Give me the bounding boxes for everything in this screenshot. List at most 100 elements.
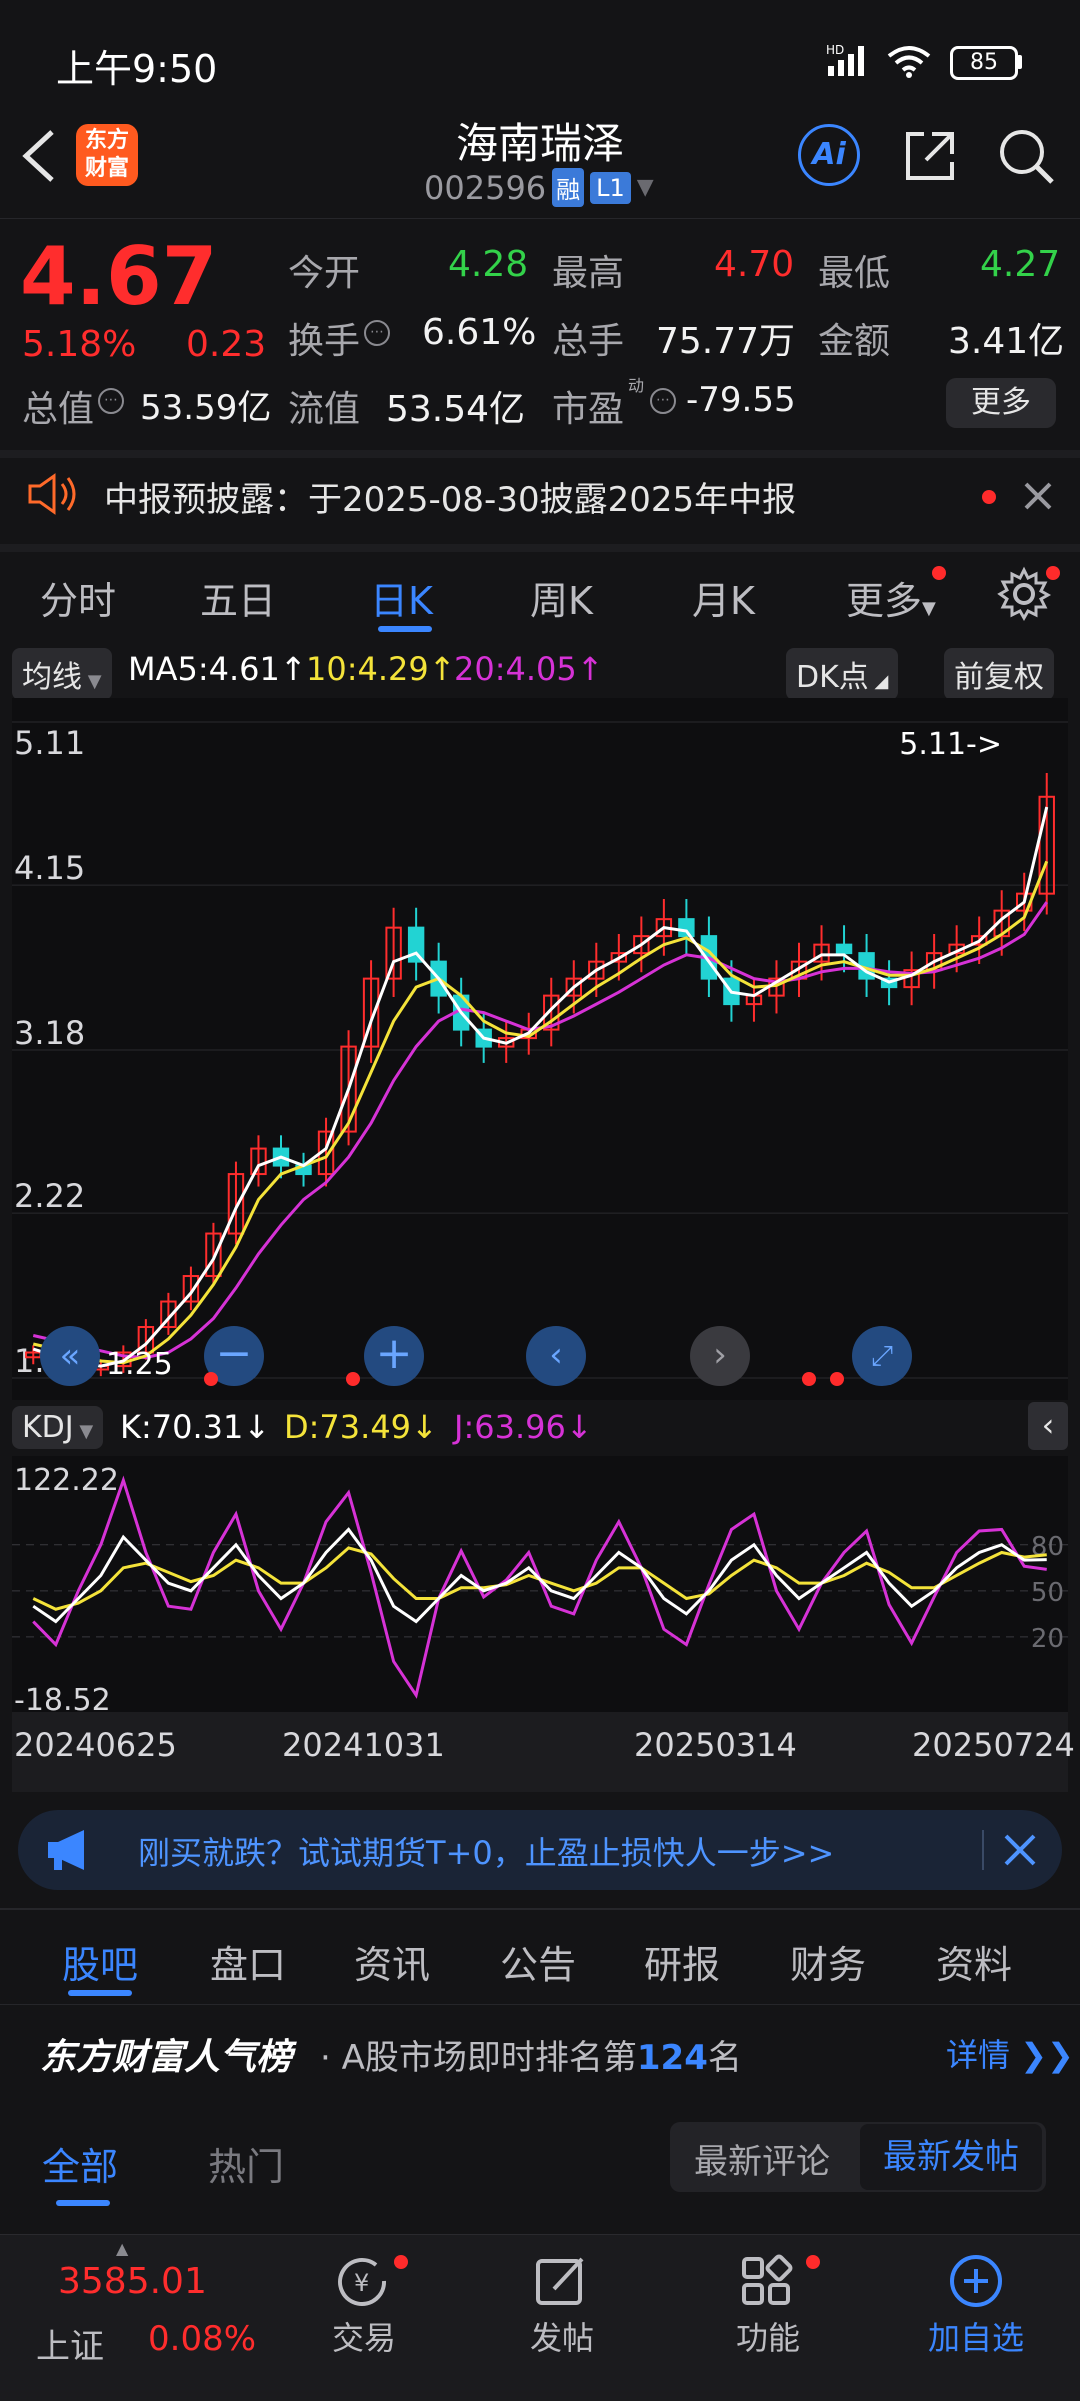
sort-toggle: 最新评论 最新发帖 [670,2122,1046,2192]
y-tick-label: 3.18 [14,1014,85,1052]
tab-news[interactable]: 资讯 [354,1934,430,1989]
y-tick-label: 5.11 [14,724,85,762]
battery-icon: 85 [950,46,1018,80]
chevron-up-icon: ▲ [116,2239,129,2258]
pe-label: 市盈 [552,389,625,430]
info-icon[interactable]: ⋯ [98,388,124,414]
ad-banner[interactable]: 刚买就跌？试试期货T+0，止盈止损快人一步>> [18,1810,1062,1890]
info-icon[interactable]: ⋯ [650,388,676,414]
grid-icon [742,2254,793,2305]
active-tab-indicator [378,626,432,632]
nav-functions[interactable]: 功能 [720,2253,816,2359]
nav-post[interactable]: 发帖 [514,2253,610,2359]
status-time: 上午9:50 [56,47,218,91]
amount-label: 金额 [818,321,891,362]
sort-latest-post[interactable]: 最新发帖 [860,2124,1042,2190]
indicator-selector[interactable]: KDJ ▼ [12,1406,104,1449]
chart-background [12,698,1068,1400]
mktcap-label: 总值 [22,389,95,430]
ma5-legend: MA5:4.61↑ [128,650,307,688]
settings-gear-icon[interactable] [996,566,1052,626]
share-icon[interactable] [902,128,958,188]
notice-text[interactable]: 中报预披露：于2025-08-30披露2025年中报 [104,472,796,521]
more-button[interactable]: 更多 [946,378,1056,428]
margin-badge: 融 [552,168,585,207]
popularity-brand: 东方财富人气榜 [40,2037,293,2078]
chevron-down-icon: ▼ [636,175,654,200]
j-legend: J:63.96↓ [454,1408,593,1446]
tab-monthly-k[interactable]: 月K [692,570,755,625]
volume-value: 75.77万 [656,321,796,362]
tab-orderbook[interactable]: 盘口 [210,1934,286,1989]
float-value: 53.54亿 [386,389,526,430]
index-pct: 0.08% [148,2319,257,2359]
tab-research[interactable]: 研报 [644,1934,720,1989]
prev-button[interactable]: ‹ [526,1326,586,1386]
fullscreen-button[interactable]: ⤢ [852,1326,912,1386]
active-tab-indicator [56,2200,110,2206]
tab-announcements[interactable]: 公告 [500,1934,576,1989]
k-legend: K:70.31↓ [120,1408,271,1446]
tab-weekly-k[interactable]: 周K [530,570,593,625]
pe-sup: 动 [628,376,645,395]
dk-button[interactable]: DK点 ◢ [786,648,899,700]
adjust-button[interactable]: 前复权 [944,648,1054,700]
sort-latest-comment[interactable]: 最新评论 [694,2134,830,2183]
tab-intraday[interactable]: 分时 [40,570,116,625]
current-price: 4.67 [20,230,218,323]
collapse-icon[interactable]: ‹ [1028,1402,1068,1450]
tab-more[interactable]: 更多▼ [846,570,936,625]
d-legend: D:73.49↓ [284,1408,438,1446]
nav-trade[interactable]: ¥ 交易 [316,2253,412,2359]
y-tick-label: 4.15 [14,849,85,887]
active-tab-indicator [68,1990,132,1996]
tab-daily-k[interactable]: 日K [370,570,433,625]
mktcap-value: 53.59亿 [140,388,272,428]
high-label: 最高 [552,253,625,294]
ai-button[interactable]: Ai [798,124,860,186]
change-amount: 0.23 [186,324,267,365]
ma-selector[interactable]: 均线 ▼ [12,648,112,700]
zoom-in-button[interactable]: + [364,1326,424,1386]
kdj-right-tick: 20 [1031,1624,1064,1654]
x-tick: 20240625 [14,1726,177,1764]
megaphone-icon [44,1828,94,1876]
trade-icon: ¥ [338,2257,387,2306]
nav-add-watchlist[interactable]: 加自选 [920,2253,1032,2359]
info-icon[interactable]: ⋯ [364,320,390,346]
index-name: 上证 [36,2327,104,2367]
float-label: 流值 [288,389,361,430]
svg-text:HD: HD [826,43,844,57]
add-icon [950,2255,1002,2307]
signal-icon: HD [826,42,876,82]
close-icon[interactable] [1022,480,1054,516]
next-button[interactable]: › [690,1326,750,1386]
candlestick-chart[interactable]: 5.114.153.182.221.255.11-><-1.25 [12,698,1068,1400]
feed-tab-hot[interactable]: 热门 [208,2136,284,2191]
tab-forum[interactable]: 股吧 [62,1934,138,1989]
low-value: 4.27 [980,244,1061,285]
ma10-legend: 10:4.29↑ [306,650,456,688]
index-value[interactable]: 3585.01 [58,2261,207,2302]
tab-5day[interactable]: 五日 [200,570,276,625]
amount-value: 3.41亿 [948,321,1065,362]
notice-dot [982,490,996,504]
speaker-icon [26,472,78,520]
section-tabs: 股吧 盘口 资讯 公告 研报 财务 资料 [0,1912,1080,2002]
tab-finance[interactable]: 财务 [790,1934,866,1989]
level-badge: L1 [590,171,631,204]
turnover-value: 6.61% [422,312,537,353]
rewind-button[interactable]: « [40,1326,100,1386]
stock-code: 002596 [424,168,547,207]
close-icon[interactable] [1002,1832,1038,1872]
change-percent: 5.18% [22,324,137,365]
kdj-chart[interactable]: 805020122.22-18.52 [12,1456,1068,1712]
search-icon[interactable] [996,126,1056,190]
chart-tabs: 分时 五日 日K 周K 月K 更多▼ [0,554,1080,636]
stock-code-row[interactable]: 002596 融 L1 ▼ [424,168,654,207]
ranking-detail-link[interactable]: 详情 ❯❯ [946,2030,1074,2076]
tab-profile[interactable]: 资料 [936,1934,1012,1989]
x-tick: 20241031 [282,1726,445,1764]
edit-icon [536,2257,584,2305]
feed-tab-all[interactable]: 全部 [42,2136,118,2191]
